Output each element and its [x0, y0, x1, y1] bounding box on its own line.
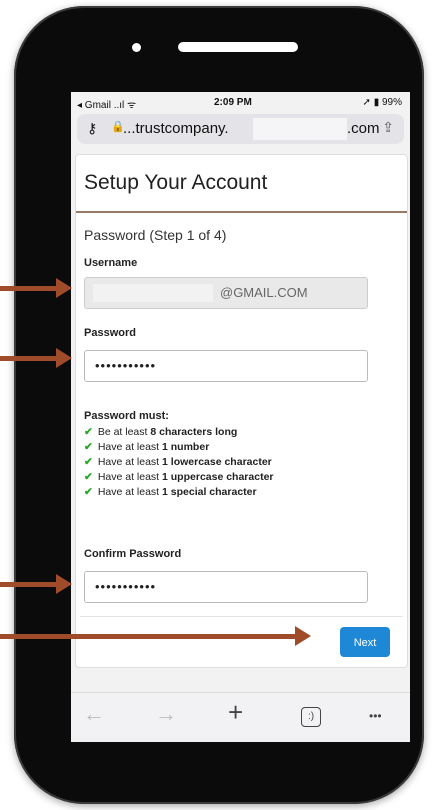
- forward-arrow-icon[interactable]: →: [155, 701, 177, 727]
- password-rules: ✔ Be at least 8 characters long ✔ Have at …: [84, 425, 384, 500]
- url-redaction: [253, 118, 347, 140]
- rule-item: ✔ Be at least 8 characters long: [84, 425, 384, 440]
- rule-item: ✔ Have at least 1 uppercase character: [84, 470, 384, 485]
- title-divider: [76, 211, 407, 213]
- annotation-arrow-username: [0, 278, 72, 298]
- url-bar[interactable]: ⚷ 🔒 ...trustcompany. .com ⇪: [77, 114, 404, 144]
- rule-text: Be at least: [97, 426, 151, 438]
- password-label: Password: [84, 327, 136, 339]
- rule-item: ✔ Have at least 1 special character: [84, 485, 384, 500]
- phone-frame: ◂ Gmail ..ıl ᯤ 2:09 PM ➚ ▮ 99% ⚷ 🔒 ...tr…: [14, 6, 424, 804]
- rule-item: ✔ Have at least 1 lowercase character: [84, 455, 384, 470]
- confirm-password-field[interactable]: •••••••••••: [84, 571, 368, 603]
- more-icon[interactable]: •••: [369, 709, 382, 723]
- url-suffix: .com: [347, 120, 380, 137]
- form-divider: [80, 616, 403, 617]
- annotation-arrow-next: [0, 626, 311, 646]
- step-indicator: Password (Step 1 of 4): [84, 227, 227, 243]
- rule-text: Have at least: [97, 456, 163, 468]
- password-field[interactable]: •••••••••••: [84, 350, 368, 382]
- browser-toolbar: ← → + :) •••: [71, 692, 410, 742]
- check-icon: ✔: [84, 486, 93, 498]
- next-button[interactable]: Next: [340, 627, 390, 657]
- new-tab-icon[interactable]: +: [228, 697, 243, 728]
- rule-bold: 1 uppercase character: [162, 471, 274, 483]
- rule-text: Have at least: [97, 441, 163, 453]
- rule-bold: 1 number: [162, 441, 210, 453]
- rule-bold: 1 lowercase character: [162, 456, 272, 468]
- phone-screen: ◂ Gmail ..ıl ᯤ 2:09 PM ➚ ▮ 99% ⚷ 🔒 ...tr…: [71, 92, 410, 742]
- annotation-arrow-confirm: [0, 574, 72, 594]
- check-icon: ✔: [84, 426, 93, 438]
- status-time: 2:09 PM: [214, 97, 252, 108]
- check-icon: ✔: [84, 471, 93, 483]
- tabs-icon[interactable]: :): [301, 707, 321, 727]
- status-bar: ◂ Gmail ..ıl ᯤ 2:09 PM ➚ ▮ 99%: [71, 92, 410, 114]
- rule-bold: 8 characters long: [150, 426, 238, 438]
- key-icon[interactable]: ⚷: [87, 120, 97, 137]
- rule-text: Have at least: [97, 471, 163, 483]
- rule-bold: 1 special character: [162, 486, 257, 498]
- rule-item: ✔ Have at least 1 number: [84, 440, 384, 455]
- url-domain: ...trustcompany.: [123, 120, 229, 137]
- page-title: Setup Your Account: [84, 171, 268, 194]
- status-right: ➚ ▮ 99%: [362, 97, 402, 108]
- setup-card: Setup Your Account Password (Step 1 of 4…: [75, 154, 408, 668]
- speaker-bar: [178, 42, 298, 52]
- back-arrow-icon[interactable]: ←: [83, 701, 105, 727]
- check-icon: ✔: [84, 441, 93, 453]
- camera-dot: [132, 43, 141, 52]
- confirm-password-label: Confirm Password: [84, 548, 182, 560]
- username-field: @GMAIL.COM: [84, 277, 368, 309]
- password-value: •••••••••••: [95, 358, 157, 373]
- status-left: ◂ Gmail ..ıl ᯤ: [77, 100, 137, 111]
- check-icon: ✔: [84, 456, 93, 468]
- confirm-password-value: •••••••••••: [95, 579, 157, 594]
- rule-text: Have at least: [97, 486, 163, 498]
- username-redaction: [93, 284, 213, 302]
- rules-heading: Password must:: [84, 410, 169, 422]
- annotation-arrow-password: [0, 348, 72, 368]
- share-icon[interactable]: ⇪: [382, 119, 394, 136]
- username-value: @GMAIL.COM: [220, 285, 308, 300]
- username-label: Username: [84, 257, 138, 269]
